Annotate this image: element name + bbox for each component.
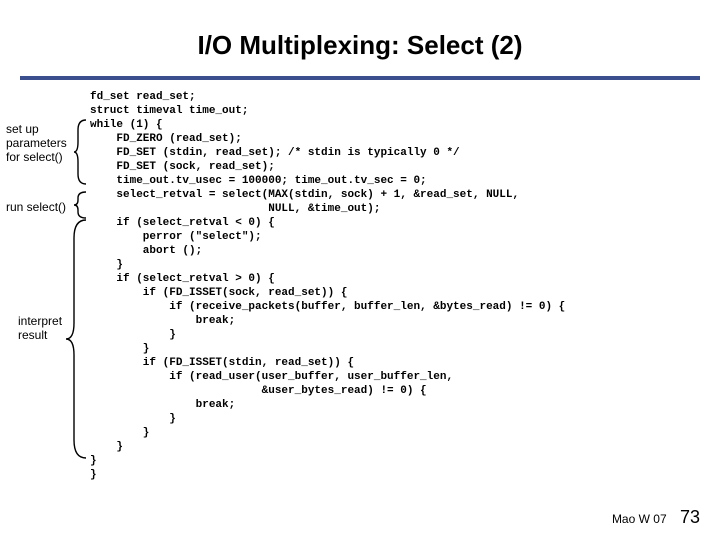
footer-credit: Mao W 07 <box>612 512 667 526</box>
page-number: 73 <box>680 507 700 527</box>
slide-title: I/O Multiplexing: Select (2) <box>0 30 720 61</box>
code-block: fd_set read_set; struct timeval time_out… <box>90 90 700 482</box>
brace-interpret <box>64 218 92 460</box>
slide-footer: Mao W 07 73 <box>612 507 700 528</box>
brace-run <box>72 190 92 220</box>
annotation-setup: set up parameters for select() <box>6 122 82 164</box>
brace-setup <box>72 118 92 186</box>
title-underline <box>20 76 700 80</box>
